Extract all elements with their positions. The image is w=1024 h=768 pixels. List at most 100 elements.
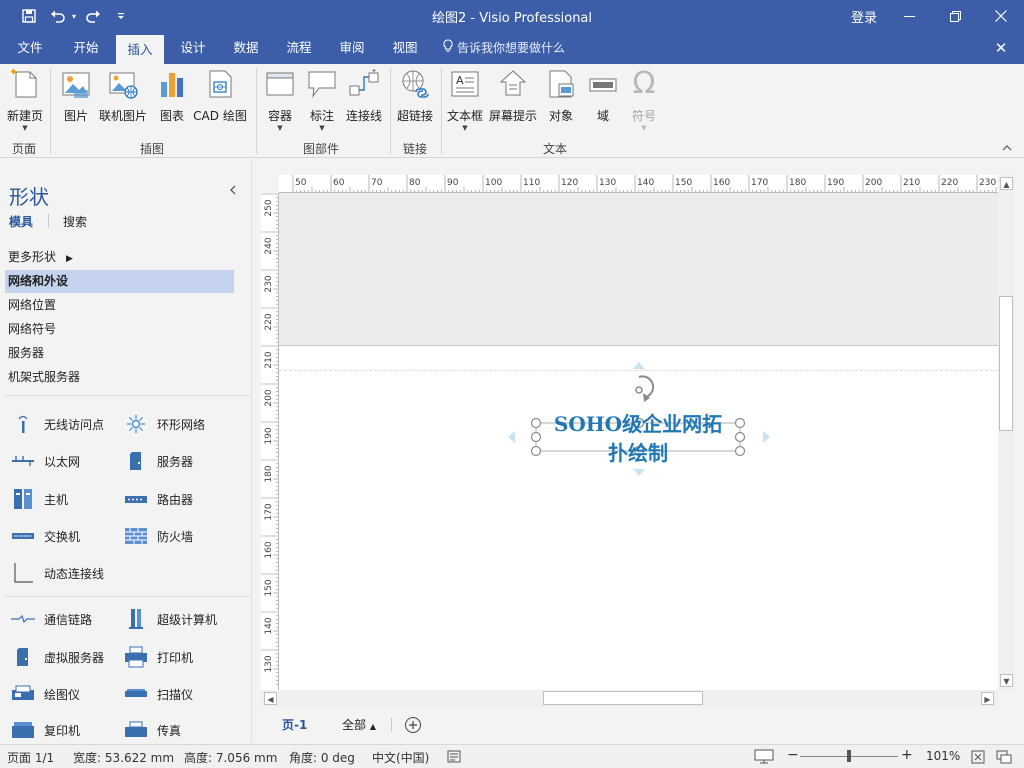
chart-button[interactable]: 图表 [156,68,188,124]
shape-supercomputer[interactable]: 超级计算机 [123,608,217,630]
screentip-button[interactable]: 屏幕提示 [488,68,538,124]
container-button[interactable]: 容器 ▼ [264,68,296,132]
shape-virtual-server[interactable]: 虚拟服务器 [10,646,104,668]
stencil-network-peripherals[interactable]: 网络和外设 [5,270,234,293]
callout-label: 标注 [309,109,334,123]
ruler-label: 150 [264,579,274,596]
zoom-in-icon[interactable]: + [901,747,913,763]
shape-printer[interactable]: 打印机 [123,646,193,668]
group-label-illustrations: 插图 [140,142,165,156]
shape-router[interactable]: 路由器 [123,488,193,510]
tab-review[interactable]: 审阅 [330,32,374,64]
tab-data[interactable]: 数据 [224,32,268,64]
restore-icon[interactable] [932,0,978,32]
callout-button[interactable]: 标注 ▼ [306,68,338,132]
shape-firewall[interactable]: 防火墙 [123,525,193,547]
close-icon[interactable] [978,0,1024,32]
textbox-icon: A [449,68,481,100]
cad-drawing-button[interactable]: CAD 绘图 [192,68,248,124]
group-label-text: 文本 [543,142,568,156]
object-button[interactable]: 对象 [545,68,577,124]
chevron-down-icon: ▼ [22,124,28,132]
more-shapes-menu[interactable]: 更多形状 ▶ [5,246,234,269]
scroll-right-icon[interactable]: ▶ [981,692,994,705]
screentip-label: 屏幕提示 [488,109,537,123]
shape-ethernet[interactable]: 以太网 [10,450,80,472]
rotate-handle-icon[interactable] [635,375,655,402]
collapse-ribbon-icon[interactable] [1002,143,1012,154]
tab-home[interactable]: 开始 [64,32,108,64]
presentation-mode-icon[interactable] [754,749,774,767]
login-link[interactable]: 登录 [851,7,877,26]
ruler-label: 230 [979,178,996,188]
cad-drawing-label: CAD 绘图 [193,109,247,123]
connection-arrow-up-icon[interactable] [633,362,645,369]
zoom-level[interactable]: 101% [926,749,960,763]
shape-mainframe[interactable]: 主机 [10,488,68,510]
vertical-scroll-thumb[interactable] [999,296,1013,431]
vertical-scrollbar[interactable]: ▲ ▼ [998,175,1015,690]
connector-icon [348,68,380,100]
collapse-pane-icon[interactable] [230,185,236,198]
text-shape-content[interactable]: SOHO级企业网拓 扑绘制 [526,410,750,468]
scroll-down-icon[interactable]: ▼ [1000,674,1013,687]
stencil-network-symbols[interactable]: 网络符号 [5,318,234,341]
scroll-left-icon[interactable]: ◀ [264,692,277,705]
shape-plotter[interactable]: 绘图仪 [10,683,80,705]
symbol-button[interactable]: Ω 符号 ▼ [628,68,660,133]
tab-file[interactable]: 文件 [8,32,52,64]
zoom-slider-thumb[interactable] [847,750,851,762]
shape-height: 高度: 7.056 mm [184,751,278,765]
language[interactable]: 中文(中国) [372,749,429,766]
horizontal-scrollbar[interactable]: ◀ ▶ [261,690,998,707]
close-document-icon[interactable]: ✕ [988,32,1014,64]
cad-drawing-icon [204,68,236,100]
textbox-button[interactable]: A 文本框 ▼ [447,68,483,132]
ethernet-icon [10,450,36,472]
connector-button[interactable]: 连接线 [346,68,382,124]
connection-arrow-left-icon[interactable] [508,431,515,443]
selected-text-shape[interactable]: SOHO级企业网拓 扑绘制 [536,412,740,465]
tab-process[interactable]: 流程 [277,32,321,64]
zoom-out-icon[interactable]: − [787,747,799,763]
group-label-pages: 页面 [12,142,37,156]
shape-wireless-access-point[interactable]: 无线访问点 [10,413,104,435]
macro-record-icon[interactable] [447,750,461,766]
shape-switch[interactable]: 交换机 [10,525,80,547]
tab-stencils[interactable]: 模具 [9,213,33,230]
connection-arrow-right-icon[interactable] [763,431,770,443]
shape-dynamic-connector[interactable]: 动态连接线 [10,562,104,584]
stencil-rack-servers[interactable]: 机架式服务器 [5,366,234,389]
scroll-up-icon[interactable]: ▲ [1000,177,1013,190]
shape-comm-link[interactable]: 通信链路 [10,608,92,630]
fit-page-icon[interactable] [971,750,985,767]
shape-server[interactable]: 服务器 [123,450,193,472]
switch-windows-icon[interactable] [996,750,1012,767]
minimize-icon[interactable] [886,0,932,32]
tab-insert[interactable]: 插入 [116,35,164,64]
tab-design[interactable]: 设计 [171,32,215,64]
tell-me-box[interactable]: 告诉我你想要做什么 [443,32,565,64]
stencil-servers[interactable]: 服务器 [5,342,234,365]
shape-fax[interactable]: 传真 [123,719,181,741]
tab-view[interactable]: 视图 [383,32,427,64]
page-number[interactable]: 页面 1/1 [7,749,54,766]
connection-arrow-down-icon[interactable] [633,469,645,476]
pictures-button[interactable]: 图片 [60,68,92,124]
tab-search[interactable]: 搜索 [63,213,87,230]
stencil-network-locations[interactable]: 网络位置 [5,294,234,317]
page-tab-1[interactable]: 页-1 [282,707,307,743]
new-page-button[interactable]: 新建页 ▼ [5,68,45,132]
shape-copier[interactable]: 复印机 [10,719,80,741]
hyperlink-button[interactable]: 超链接 [397,68,433,124]
router-icon [123,488,149,510]
shape-ring-network[interactable]: 环形网络 [123,413,205,435]
ruler-label: 60 [333,178,345,188]
vertical-ruler-ticks: 250 240 230 220 210 200 190 180 170 160 150 140 130 [261,193,278,685]
online-pictures-button[interactable]: 联机图片 [98,68,148,124]
field-button[interactable]: 域 [587,68,619,124]
horizontal-scroll-thumb[interactable] [543,691,703,705]
add-page-icon[interactable] [404,716,422,734]
shape-scanner[interactable]: 扫描仪 [123,683,193,705]
all-pages-button[interactable]: 全部 ▲ [342,707,376,743]
